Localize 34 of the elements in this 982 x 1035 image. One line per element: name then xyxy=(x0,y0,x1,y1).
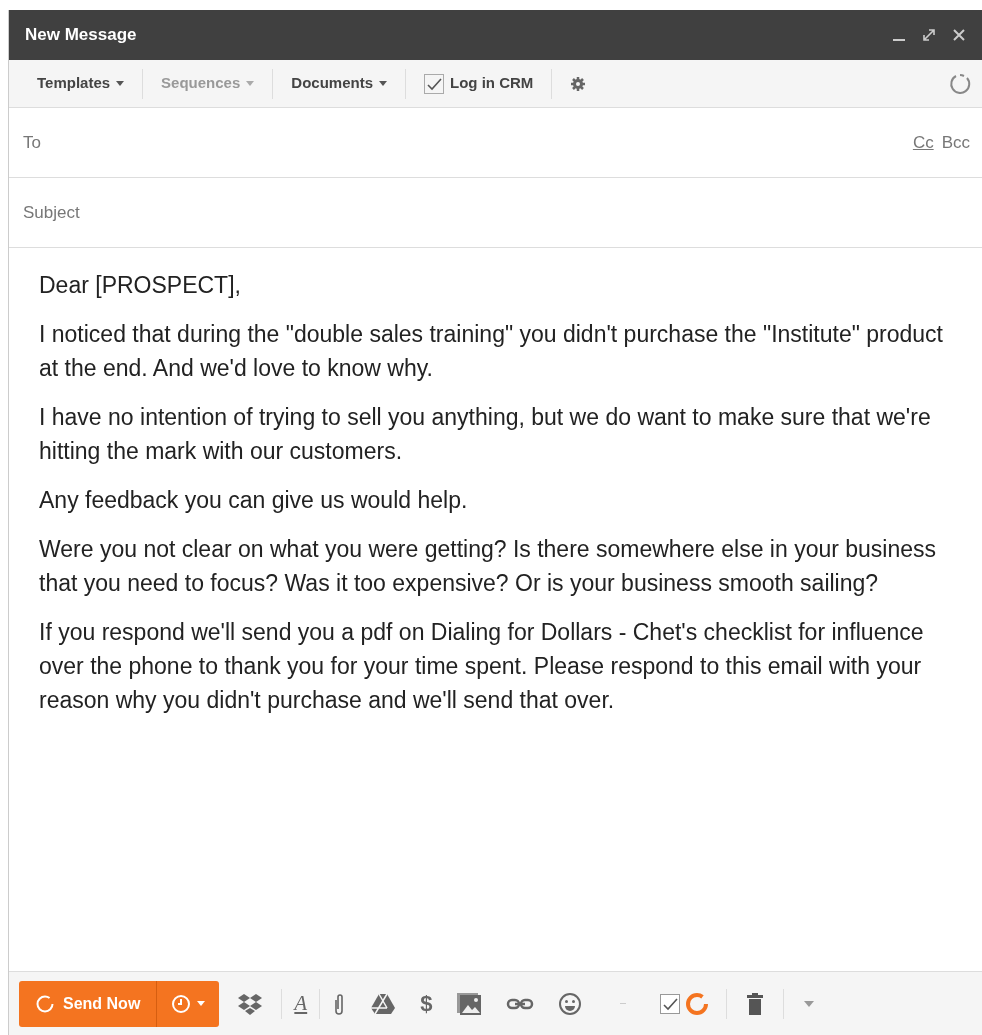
caret-icon xyxy=(379,81,387,86)
triangle-icon xyxy=(370,992,397,1015)
body-paragraph: Dear [PROSPECT], xyxy=(39,271,242,300)
caret-icon xyxy=(116,81,125,86)
money-button[interactable]: $ xyxy=(408,987,445,1020)
bcc-link[interactable]: Bcc xyxy=(941,129,970,156)
crm-checkbox[interactable] xyxy=(424,73,444,94)
body-paragraph: Any feedback you can give us would help. xyxy=(39,486,469,515)
caret-icon xyxy=(804,1000,815,1007)
link-icon xyxy=(506,996,535,1011)
close-icon[interactable] xyxy=(952,28,966,42)
dropdown-button[interactable]: Documents xyxy=(273,72,405,95)
smiley-icon xyxy=(558,991,583,1016)
expand-icon[interactable] xyxy=(922,28,936,42)
trash-icon xyxy=(747,992,764,1015)
caret-icon xyxy=(246,81,255,86)
clock-icon xyxy=(171,993,192,1014)
gear-icon xyxy=(570,75,587,92)
ring-icon xyxy=(684,990,711,1017)
body-paragraph: If you respond we'll send you a pdf on Dialing for Dollars - Chet's checklist for influence over the phone to thank you for your time spent. Please respond to this email with your reason why you didn't purchase and we'll send that over. xyxy=(39,618,925,715)
dropdown-button[interactable]: Templates xyxy=(19,72,143,95)
format-button[interactable]: A xyxy=(282,987,320,1020)
checkbox-label: Log in CRM xyxy=(450,73,534,94)
caret-icon xyxy=(197,1001,206,1006)
body-paragraph: I have no intention of trying to sell you anything, but we do want to make sure that we're hitting the mark with our customers. xyxy=(39,403,932,466)
track-checkbox[interactable] xyxy=(660,993,681,1014)
boxes-icon xyxy=(237,992,264,1015)
image-icon xyxy=(456,991,483,1016)
body-paragraph: I noticed that during the "double sales training" you didn't purchase the "Institute" product at the end. And we'd love to know why. xyxy=(39,320,944,383)
window-title: New Message xyxy=(25,24,138,47)
sync-icon[interactable] xyxy=(948,71,972,96)
sync-icon xyxy=(35,993,55,1014)
cc-link[interactable]: Cc xyxy=(912,129,934,156)
body-paragraph: Were you not clear on what you were getting? Is there somewhere else in your business that you need to focus? Was it too expensive? Or is your business smooth sailing? xyxy=(39,535,938,598)
